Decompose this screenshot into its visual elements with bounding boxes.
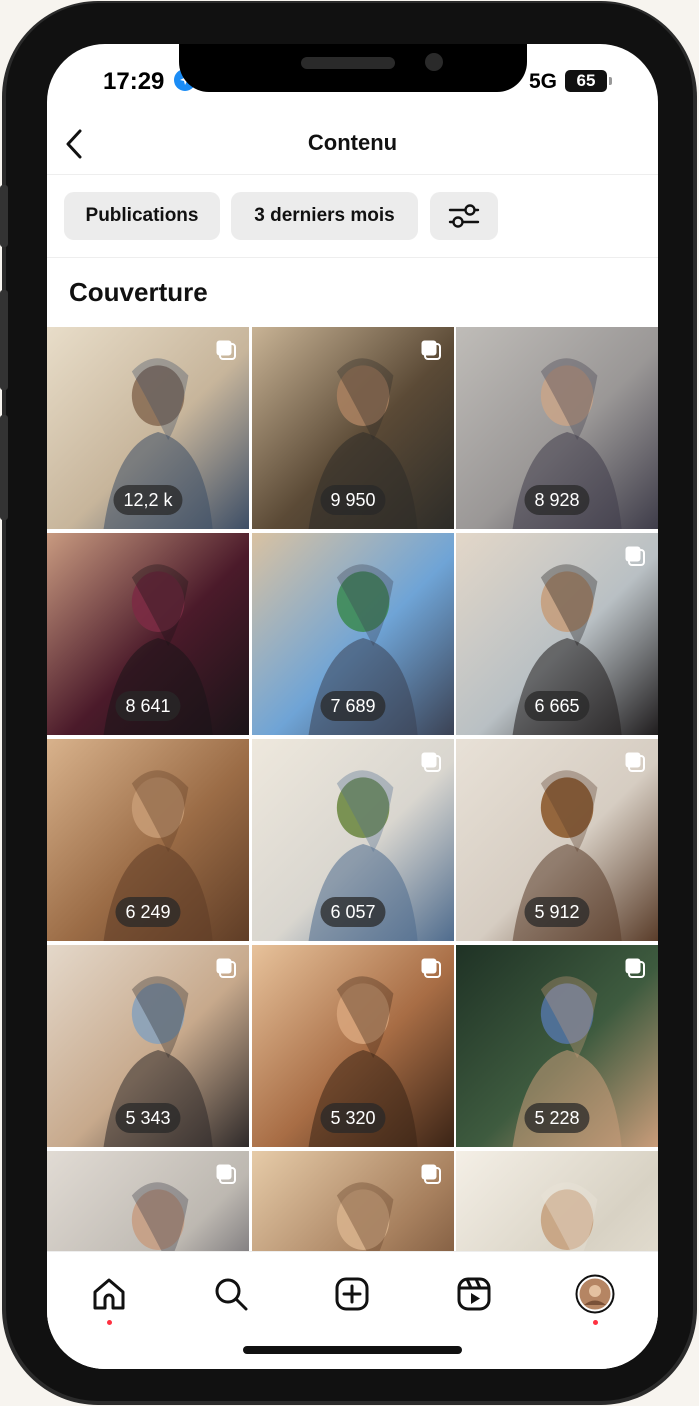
search-icon [215, 1278, 248, 1311]
status-time: 17:29 [103, 68, 165, 95]
profile-avatar [575, 1274, 615, 1314]
app-screen: 17:29 5G 65 Contenu Publications 3 derni… [47, 44, 658, 1369]
device-camera [425, 53, 443, 71]
filter-date-range-button[interactable]: 3 derniers mois [231, 192, 418, 240]
multi-post-icon [421, 752, 441, 772]
filter-content-type-button[interactable]: Publications [64, 192, 220, 240]
device-volume-down [0, 415, 8, 520]
tab-home[interactable] [89, 1274, 129, 1314]
multi-post-icon [625, 546, 645, 566]
reach-count-badge: 9 950 [320, 485, 386, 515]
tab-profile[interactable] [575, 1274, 615, 1314]
reach-count-badge: 5 912 [524, 897, 590, 927]
grid-post-tile[interactable]: 8 928 [456, 327, 658, 529]
profile-notification-dot [593, 1320, 598, 1325]
home-notification-dot [107, 1320, 112, 1325]
home-icon [93, 1278, 125, 1310]
home-indicator [243, 1346, 462, 1354]
multi-post-icon [421, 340, 441, 360]
grid-post-tile[interactable]: 5 912 [456, 739, 658, 941]
multi-post-icon [625, 958, 645, 978]
battery-cap [609, 77, 612, 85]
multi-post-icon [625, 752, 645, 772]
filter-settings-button[interactable] [430, 192, 498, 240]
grid-post-tile[interactable]: 7 689 [252, 533, 454, 735]
tab-create[interactable] [332, 1274, 372, 1314]
grid-post-tile[interactable]: 5 228 [456, 945, 658, 1147]
filters-divider [47, 257, 658, 258]
tab-reels[interactable] [454, 1274, 494, 1314]
grid-post-tile[interactable]: 6 249 [47, 739, 249, 941]
reach-count-badge: 5 320 [320, 1103, 386, 1133]
multi-post-icon [216, 958, 236, 978]
reach-count-badge: 8 641 [115, 691, 181, 721]
reels-icon [457, 1277, 491, 1311]
multi-post-icon [216, 340, 236, 360]
reach-count-badge: 5 343 [115, 1103, 181, 1133]
multi-post-icon [421, 1164, 441, 1184]
grid-post-tile[interactable]: 5 343 [47, 945, 249, 1147]
grid-post-tile[interactable]: 6 665 [456, 533, 658, 735]
battery-icon: 65 [565, 70, 607, 92]
reach-count-badge: 7 689 [320, 691, 386, 721]
reach-count-badge: 8 928 [524, 485, 590, 515]
reach-count-badge: 6 057 [320, 897, 386, 927]
page-title: Contenu [307, 130, 398, 155]
grid-post-tile[interactable]: 8 641 [47, 533, 249, 735]
reach-count-badge: 5 228 [524, 1103, 590, 1133]
device-volume-up [0, 290, 8, 390]
grid-post-tile[interactable]: 9 950 [252, 327, 454, 529]
create-icon [335, 1277, 369, 1311]
header-divider [47, 174, 658, 175]
grid-post-tile[interactable]: 5 320 [252, 945, 454, 1147]
multi-post-icon [421, 958, 441, 978]
reach-count-badge: 12,2 k [113, 485, 183, 515]
sliders-icon [448, 204, 480, 228]
status-network: 5G [529, 70, 558, 93]
grid-post-tile[interactable]: 6 057 [252, 739, 454, 941]
reach-count-badge: 6 249 [115, 897, 181, 927]
section-title: Couverture [69, 277, 208, 307]
device-side-button [0, 185, 8, 247]
device-speaker [301, 57, 395, 69]
reach-count-badge: 6 665 [524, 691, 590, 721]
tab-search[interactable] [211, 1274, 251, 1314]
device-notch [179, 44, 527, 92]
grid-post-tile[interactable]: 12,2 k [47, 327, 249, 529]
multi-post-icon [216, 1164, 236, 1184]
